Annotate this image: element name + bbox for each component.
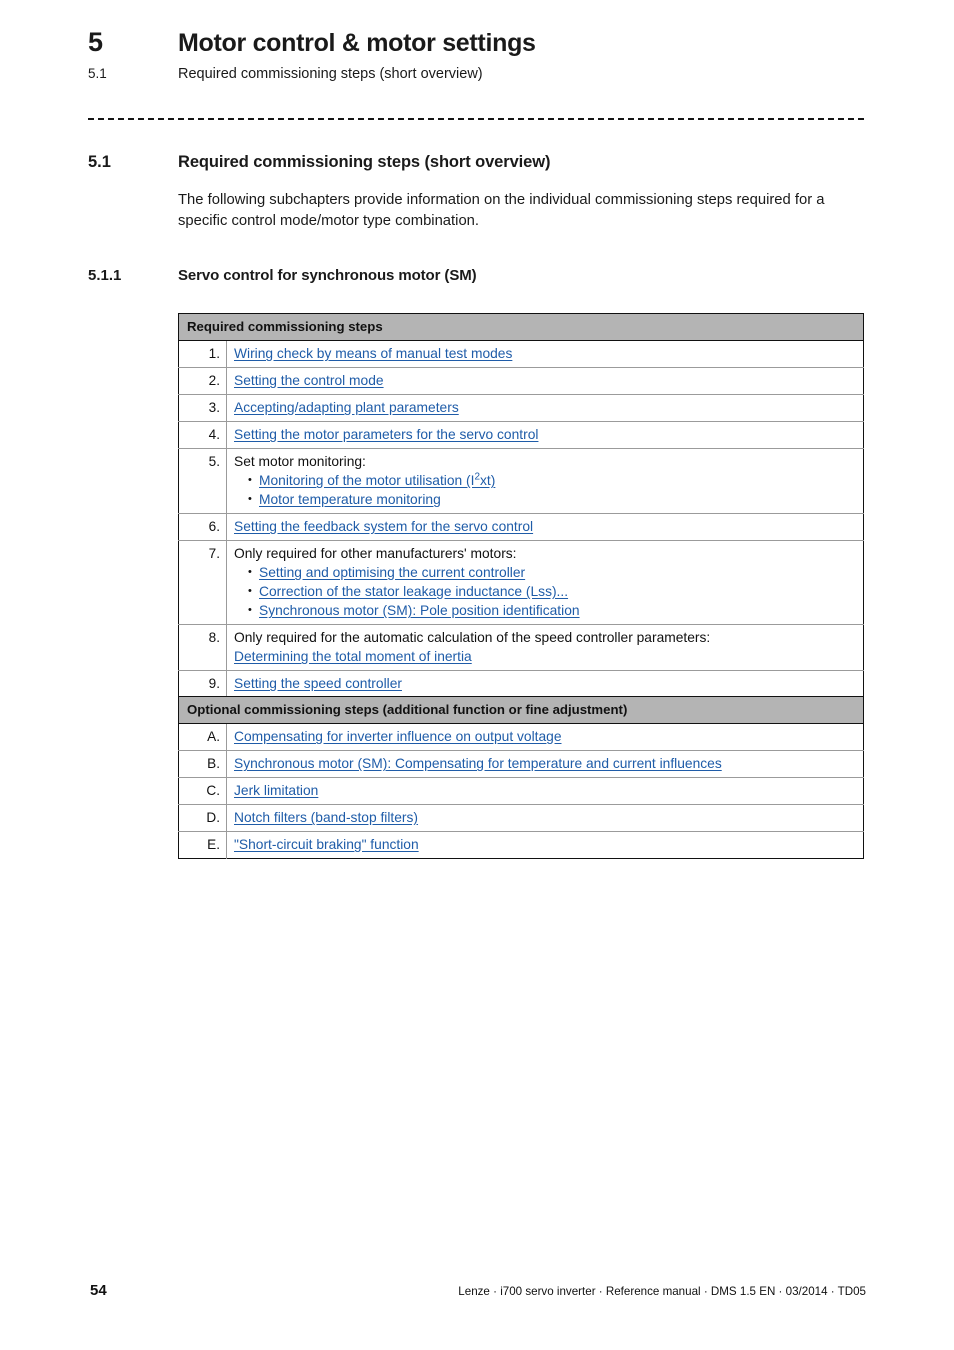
footer-imprint: Lenze · i700 servo inverter · Reference … xyxy=(458,1285,866,1298)
table-row: 1. Wiring check by means of manual test … xyxy=(178,340,864,368)
table-row: 6. Setting the feedback system for the s… xyxy=(178,513,864,541)
subsection-heading: 5.1.1 Servo control for synchronous moto… xyxy=(88,265,868,287)
row-number: 6. xyxy=(178,513,227,541)
row-content: Compensating for inverter influence on o… xyxy=(226,723,864,751)
row-number: 5. xyxy=(178,448,227,514)
table-row: 4. Setting the motor parameters for the … xyxy=(178,421,864,449)
step-link[interactable]: Motor temperature monitoring xyxy=(259,492,441,507)
step-link[interactable]: Setting and optimising the current contr… xyxy=(259,565,525,580)
subsection-heading-title: Servo control for synchronous motor (SM) xyxy=(178,267,477,284)
row-intro-text: Set motor monitoring: xyxy=(234,454,366,469)
header-dashed-divider xyxy=(88,118,864,120)
row-content: Setting the control mode xyxy=(226,367,864,395)
row-content: Only required for other manufacturers' m… xyxy=(226,540,864,625)
row-number: 3. xyxy=(178,394,227,422)
running-header-section-number: 5.1 xyxy=(88,66,107,81)
row-bullet-list: Monitoring of the motor utilisation (I2x… xyxy=(234,471,855,509)
table-row: 2. Setting the control mode xyxy=(178,367,864,395)
step-link[interactable]: Accepting/adapting plant parameters xyxy=(234,400,459,415)
row-number: 7. xyxy=(178,540,227,625)
row-number: 9. xyxy=(178,670,227,698)
section-intro-paragraph: The following subchapters provide inform… xyxy=(178,192,825,229)
step-link[interactable]: Synchronous motor (SM): Pole position id… xyxy=(259,603,580,618)
list-item: Monitoring of the motor utilisation (I2x… xyxy=(248,471,855,490)
running-header-chapter-number: 5 xyxy=(88,27,103,57)
row-number: 1. xyxy=(178,340,227,368)
step-link[interactable]: Determining the total moment of inertia xyxy=(234,649,472,664)
step-link[interactable]: Wiring check by means of manual test mod… xyxy=(234,346,512,361)
table-row: C. Jerk limitation xyxy=(178,777,864,805)
row-intro-text: Only required for the automatic calculat… xyxy=(234,630,711,645)
row-number: D. xyxy=(178,804,227,832)
row-number: 2. xyxy=(178,367,227,395)
table-header-row: Optional commissioning steps (additional… xyxy=(178,696,864,724)
required-commissioning-steps-table: Required commissioning steps 1. Wiring c… xyxy=(178,313,864,725)
running-header-section-title: Required commissioning steps (short over… xyxy=(178,66,483,82)
row-number: C. xyxy=(178,777,227,805)
subsection-heading-number: 5.1.1 xyxy=(88,267,122,284)
row-number: E. xyxy=(178,831,227,859)
row-content: Synchronous motor (SM): Compensating for… xyxy=(226,750,864,778)
table-row: 7. Only required for other manufacturers… xyxy=(178,540,864,625)
step-link[interactable]: Monitoring of the motor utilisation (I2x… xyxy=(259,472,496,488)
section-heading-title: Required commissioning steps (short over… xyxy=(178,153,551,171)
row-number: A. xyxy=(178,723,227,751)
table-row: E. "Short-circuit braking" function xyxy=(178,831,864,859)
row-bullet-list: Setting and optimising the current contr… xyxy=(234,563,855,620)
table-row: 9. Setting the speed controller xyxy=(178,670,864,698)
row-content: Set motor monitoring: Monitoring of the … xyxy=(226,448,864,514)
table-row: D. Notch filters (band-stop filters) xyxy=(178,804,864,832)
row-number: 4. xyxy=(178,421,227,449)
row-content: "Short-circuit braking" function xyxy=(227,832,864,859)
required-table-header-label: Required commissioning steps xyxy=(178,313,864,341)
running-header-section-line: 5.1 Required commissioning steps (short … xyxy=(88,64,868,84)
step-link[interactable]: "Short-circuit braking" function xyxy=(234,837,419,852)
table-row: 3. Accepting/adapting plant parameters xyxy=(178,394,864,422)
row-content: Setting the motor parameters for the ser… xyxy=(226,421,864,449)
table-row: B. Synchronous motor (SM): Compensating … xyxy=(178,750,864,778)
page-number: 54 xyxy=(90,1282,107,1299)
row-content: Accepting/adapting plant parameters xyxy=(226,394,864,422)
row-number: B. xyxy=(178,750,227,778)
row-content: Setting the speed controller xyxy=(226,670,864,698)
optional-commissioning-steps-table: Optional commissioning steps (additional… xyxy=(178,696,864,859)
step-link[interactable]: Setting the control mode xyxy=(234,373,384,388)
step-link-text-post: xt) xyxy=(480,473,496,488)
table-row: 8. Only required for the automatic calcu… xyxy=(178,624,864,671)
step-link[interactable]: Setting the feedback system for the serv… xyxy=(234,519,533,534)
row-intro-text: Only required for other manufacturers' m… xyxy=(234,546,517,561)
row-content: Wiring check by means of manual test mod… xyxy=(226,340,864,368)
row-number: 8. xyxy=(178,624,227,671)
running-header: 5 Motor control & motor settings 5.1 Req… xyxy=(88,24,868,84)
table-header-row: Required commissioning steps xyxy=(178,313,864,341)
step-link[interactable]: Notch filters (band-stop filters) xyxy=(234,810,418,825)
document-page: 5 Motor control & motor settings 5.1 Req… xyxy=(0,0,954,1350)
section-heading: 5.1 Required commissioning steps (short … xyxy=(88,150,868,174)
list-item: Setting and optimising the current contr… xyxy=(248,563,855,582)
table-row: A. Compensating for inverter influence o… xyxy=(178,723,864,751)
step-link[interactable]: Jerk limitation xyxy=(234,783,318,798)
running-header-chapter-title: Motor control & motor settings xyxy=(178,29,536,57)
row-content: Setting the feedback system for the serv… xyxy=(226,513,864,541)
list-item: Synchronous motor (SM): Pole position id… xyxy=(248,601,855,620)
list-item: Motor temperature monitoring xyxy=(248,490,855,509)
optional-table-header-label: Optional commissioning steps (additional… xyxy=(178,696,864,724)
row-link-line: Determining the total moment of inertia xyxy=(234,647,855,666)
table-row: 5. Set motor monitoring: Monitoring of t… xyxy=(178,448,864,514)
step-link[interactable]: Setting the motor parameters for the ser… xyxy=(234,427,538,442)
step-link[interactable]: Setting the speed controller xyxy=(234,676,402,691)
running-header-chapter-line: 5 Motor control & motor settings xyxy=(88,24,868,61)
list-item: Correction of the stator leakage inducta… xyxy=(248,582,855,601)
row-content: Only required for the automatic calculat… xyxy=(226,624,864,671)
step-link-text-pre: Monitoring of the motor utilisation (I xyxy=(259,473,475,488)
section-heading-number: 5.1 xyxy=(88,153,111,171)
step-link[interactable]: Synchronous motor (SM): Compensating for… xyxy=(234,756,722,771)
row-content: Notch filters (band-stop filters) xyxy=(226,804,864,832)
step-link[interactable]: Correction of the stator leakage inducta… xyxy=(259,584,568,599)
step-link[interactable]: Compensating for inverter influence on o… xyxy=(234,729,562,744)
row-content: Jerk limitation xyxy=(226,777,864,805)
